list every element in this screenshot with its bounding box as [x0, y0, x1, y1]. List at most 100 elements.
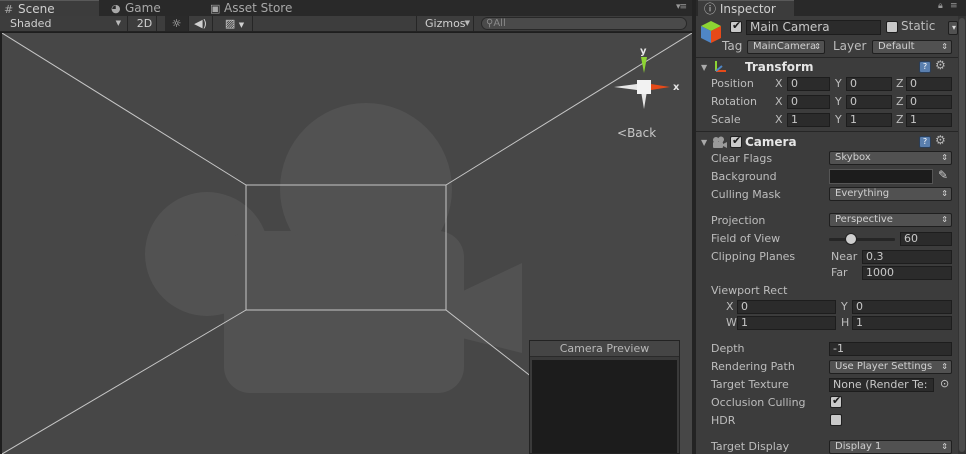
shading-mode-dropdown[interactable]: Shaded ▼ [0, 16, 128, 31]
tab-game-label: Game [125, 1, 161, 15]
gizmo-neg-x-arrow [614, 84, 637, 90]
position-y-field[interactable]: 0 [846, 77, 892, 91]
mode-2d-label: 2D [136, 17, 153, 30]
gizmos-dropdown[interactable]: Gizmos ▼ [416, 16, 474, 31]
viewport-rect-label: Viewport Rect [711, 284, 788, 297]
back-label: Back [627, 126, 657, 140]
gameobject-cube-icon [701, 21, 721, 43]
camera-component-icon [713, 136, 727, 148]
near-field[interactable]: 0.3 [862, 250, 952, 264]
rotation-z-field[interactable]: 0 [906, 95, 952, 109]
viewport-y-field[interactable]: 0 [852, 300, 952, 314]
scene-orientation-gizmo[interactable]: y x [606, 43, 686, 119]
position-z-field[interactable]: 0 [906, 77, 952, 91]
transform-foldout-arrow[interactable]: ▼ [701, 63, 707, 72]
gear-icon[interactable]: ⚙ [935, 133, 946, 147]
layer-label: Layer [833, 39, 867, 53]
depth-field[interactable]: -1 [829, 342, 952, 356]
scene-effects-dropdown[interactable]: ▨ ▼ [217, 16, 253, 31]
fov-label: Field of View [711, 232, 781, 245]
tab-menu-icon[interactable]: ≡ [950, 1, 958, 11]
viewport-h-field[interactable]: 1 [852, 316, 952, 330]
target-texture-field[interactable]: None (Render Te: [829, 378, 934, 392]
far-label[interactable]: Far [831, 266, 848, 279]
lock-icon[interactable]: 🔒︎ [938, 1, 943, 11]
pacman-icon: ◕ [111, 2, 121, 15]
viewport-x-field[interactable]: 0 [737, 300, 836, 314]
axis-x-label[interactable]: X [775, 95, 783, 108]
scale-x-field[interactable]: 1 [787, 113, 830, 127]
viewport-y-label[interactable]: Y [841, 300, 848, 313]
occlusion-culling-checkbox[interactable] [830, 394, 842, 408]
rendering-path-label: Rendering Path [711, 360, 795, 373]
layer-dropdown[interactable]: Default ⇕ [872, 40, 952, 54]
eyedropper-icon[interactable]: ✎ [938, 168, 948, 182]
projection-label: Projection [711, 214, 766, 227]
tab-scene[interactable]: # Scene [0, 0, 99, 16]
image-icon: ▨ [224, 17, 236, 30]
fov-slider-thumb[interactable] [844, 233, 857, 245]
near-label[interactable]: Near [831, 250, 857, 263]
camera-enabled-checkbox[interactable] [730, 134, 742, 148]
fov-value-field[interactable]: 60 [900, 232, 952, 246]
target-display-dropdown[interactable]: Display 1 ⇕ [829, 440, 952, 454]
gizmos-label: Gizmos [425, 17, 466, 30]
hdr-checkbox[interactable] [830, 414, 842, 426]
rotation-x-field[interactable]: 0 [787, 95, 830, 109]
tab-inspector[interactable]: ⓘ Inspector [698, 0, 794, 16]
axis-y-label[interactable]: Y [835, 77, 842, 90]
scene-search-input[interactable]: ⚲All [481, 17, 687, 30]
projection-dropdown[interactable]: Perspective ⇕ [829, 213, 952, 227]
culling-mask-dropdown[interactable]: Everything ⇕ [829, 187, 952, 201]
axis-y-label[interactable]: Y [835, 95, 842, 108]
viewport-h-label[interactable]: H [841, 316, 849, 329]
help-book-icon[interactable]: ? [919, 136, 931, 148]
rendering-path-value: Use Player Settings [835, 361, 933, 372]
axis-y-label[interactable]: Y [835, 113, 842, 126]
scene-lighting-toggle[interactable]: ☼ [165, 16, 189, 31]
rotation-y-field[interactable]: 0 [846, 95, 892, 109]
mode-2d-button[interactable]: 2D [133, 16, 157, 31]
static-dropdown[interactable]: ▾ [948, 21, 958, 35]
tab-asset-store[interactable]: ▣ Asset Store [206, 0, 326, 16]
axis-x-label[interactable]: X [775, 113, 783, 126]
gizmo-x-arrow [651, 84, 670, 90]
axis-z-label[interactable]: Z [896, 95, 904, 108]
dropdown-arrow-icon: ▼ [115, 19, 121, 27]
back-button[interactable]: <Back [617, 126, 656, 140]
static-label: Static [901, 19, 936, 33]
tag-dropdown[interactable]: MainCamera ⇕ [747, 40, 825, 54]
axis-x-label[interactable]: X [775, 77, 783, 90]
position-x-field[interactable]: 0 [787, 77, 830, 91]
clear-flags-dropdown[interactable]: Skybox ⇕ [829, 151, 952, 165]
axis-z-label[interactable]: Z [896, 77, 904, 90]
far-field[interactable]: 1000 [862, 266, 952, 280]
scene-audio-toggle[interactable]: ◀) [189, 16, 213, 31]
tag-value: MainCamera [753, 41, 817, 52]
background-color-swatch[interactable] [829, 169, 933, 184]
scale-y-field[interactable]: 1 [846, 113, 892, 127]
help-book-icon[interactable]: ? [919, 61, 931, 73]
axis-z-label[interactable]: Z [896, 113, 904, 126]
clear-flags-label: Clear Flags [711, 152, 773, 165]
tab-game[interactable]: ◕ Game [107, 0, 207, 16]
gizmo-y-arrow [641, 57, 647, 73]
viewport-w-label[interactable]: W [726, 316, 737, 329]
fov-slider-track[interactable] [829, 238, 895, 241]
viewport-x-label[interactable]: X [726, 300, 734, 313]
rendering-path-dropdown[interactable]: Use Player Settings ⇕ [829, 360, 952, 374]
static-checkbox[interactable] [886, 21, 898, 33]
position-label: Position [711, 77, 754, 90]
object-name-field[interactable]: Main Camera [746, 20, 881, 35]
background-label: Background [711, 170, 777, 183]
scale-z-field[interactable]: 1 [906, 113, 952, 127]
viewport-w-field[interactable]: 1 [737, 316, 836, 330]
inspector-scrollbar-thumb[interactable] [959, 18, 965, 452]
gear-icon[interactable]: ⚙ [935, 58, 946, 72]
scene-tab-bar: # Scene ◕ Game ▣ Asset Store ▾≡ [0, 0, 692, 16]
tab-menu-icon[interactable]: ▾≡ [676, 2, 687, 12]
camera-foldout-arrow[interactable]: ▼ [701, 138, 707, 147]
object-picker-icon[interactable]: ⊙ [940, 377, 949, 390]
gameobject-active-checkbox[interactable] [730, 19, 742, 33]
rotation-label: Rotation [711, 95, 758, 108]
